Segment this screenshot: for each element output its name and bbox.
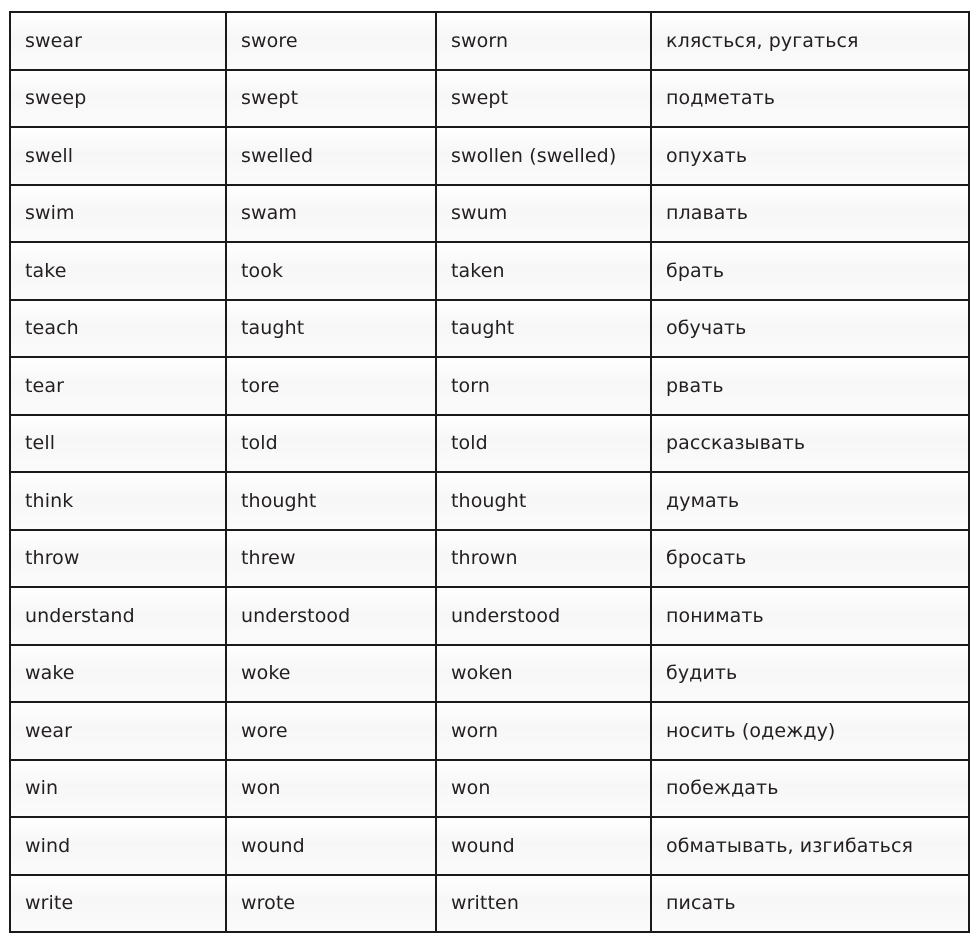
table-row: teach taught taught обучать: [9, 298, 970, 358]
table-row: throw threw thrown бросать: [9, 528, 970, 588]
cell-infinitive: teach: [9, 298, 227, 358]
cell-past-participle: worn: [435, 701, 652, 761]
cell-infinitive: win: [9, 758, 227, 818]
table-row: swell swelled swollen (swelled) опухать: [9, 126, 970, 186]
cell-past-simple: wound: [225, 816, 437, 876]
cell-past-participle: swollen (swelled): [435, 126, 652, 186]
table-row: swear swore sworn клясться, ругаться: [9, 11, 970, 71]
cell-past-simple: took: [225, 241, 437, 301]
cell-past-simple: tore: [225, 356, 437, 416]
cell-infinitive: wind: [9, 816, 227, 876]
table-body: swear swore sworn клясться, ругаться sweep sw…: [9, 11, 970, 933]
cell-past-simple: swam: [225, 183, 437, 243]
cell-translation-ru: обматывать, изгибаться: [650, 816, 970, 876]
cell-translation-ru: побеждать: [650, 758, 970, 818]
cell-past-participle: written: [435, 873, 652, 933]
table-row: tear tore torn рвать: [9, 356, 970, 416]
cell-infinitive: wear: [9, 701, 227, 761]
cell-past-simple: won: [225, 758, 437, 818]
cell-past-simple: wore: [225, 701, 437, 761]
table-row: write wrote written писать: [9, 873, 970, 933]
cell-past-participle: taught: [435, 298, 652, 358]
cell-past-participle: taken: [435, 241, 652, 301]
cell-translation-ru: опухать: [650, 126, 970, 186]
cell-past-participle: won: [435, 758, 652, 818]
table-row: tell told told рассказывать: [9, 413, 970, 473]
cell-past-simple: swept: [225, 68, 437, 128]
cell-translation-ru: рассказывать: [650, 413, 970, 473]
cell-infinitive: take: [9, 241, 227, 301]
cell-infinitive: tell: [9, 413, 227, 473]
cell-past-participle: swum: [435, 183, 652, 243]
cell-infinitive: write: [9, 873, 227, 933]
cell-past-participle: thrown: [435, 528, 652, 588]
cell-past-participle: woken: [435, 643, 652, 703]
cell-past-simple: swore: [225, 11, 437, 71]
table-row: take took taken брать: [9, 241, 970, 301]
table-row: wake woke woken будить: [9, 643, 970, 703]
cell-translation-ru: носить (одежду): [650, 701, 970, 761]
cell-translation-ru: клясться, ругаться: [650, 11, 970, 71]
cell-translation-ru: плавать: [650, 183, 970, 243]
cell-translation-ru: думать: [650, 471, 970, 531]
cell-infinitive: swim: [9, 183, 227, 243]
table-row: wind wound wound обматывать, изгибаться: [9, 816, 970, 876]
table-row: think thought thought думать: [9, 471, 970, 531]
cell-translation-ru: рвать: [650, 356, 970, 416]
cell-past-participle: torn: [435, 356, 652, 416]
cell-infinitive: sweep: [9, 68, 227, 128]
cell-past-simple: threw: [225, 528, 437, 588]
cell-past-simple: swelled: [225, 126, 437, 186]
cell-past-simple: told: [225, 413, 437, 473]
cell-translation-ru: подметать: [650, 68, 970, 128]
cell-past-simple: taught: [225, 298, 437, 358]
cell-past-simple: woke: [225, 643, 437, 703]
cell-translation-ru: брать: [650, 241, 970, 301]
cell-translation-ru: будить: [650, 643, 970, 703]
cell-infinitive: throw: [9, 528, 227, 588]
irregular-verbs-table: swear swore sworn клясться, ругаться sweep sw…: [9, 11, 970, 933]
cell-translation-ru: бросать: [650, 528, 970, 588]
cell-infinitive: swell: [9, 126, 227, 186]
table-row: wear wore worn носить (одежду): [9, 701, 970, 761]
cell-infinitive: tear: [9, 356, 227, 416]
table-row: sweep swept swept подметать: [9, 68, 970, 128]
table-row: win won won побеждать: [9, 758, 970, 818]
table-row: swim swam swum плавать: [9, 183, 970, 243]
irregular-verbs-table-container: swear swore sworn клясться, ругаться sweep sw…: [9, 11, 970, 933]
cell-infinitive: understand: [9, 586, 227, 646]
cell-past-participle: thought: [435, 471, 652, 531]
cell-infinitive: wake: [9, 643, 227, 703]
cell-infinitive: think: [9, 471, 227, 531]
table-row: understand understood understood понимать: [9, 586, 970, 646]
cell-past-simple: wrote: [225, 873, 437, 933]
cell-past-participle: understood: [435, 586, 652, 646]
cell-translation-ru: обучать: [650, 298, 970, 358]
cell-past-participle: swept: [435, 68, 652, 128]
cell-past-participle: told: [435, 413, 652, 473]
cell-past-participle: sworn: [435, 11, 652, 71]
cell-translation-ru: понимать: [650, 586, 970, 646]
cell-translation-ru: писать: [650, 873, 970, 933]
cell-past-simple: understood: [225, 586, 437, 646]
cell-past-simple: thought: [225, 471, 437, 531]
cell-infinitive: swear: [9, 11, 227, 71]
cell-past-participle: wound: [435, 816, 652, 876]
